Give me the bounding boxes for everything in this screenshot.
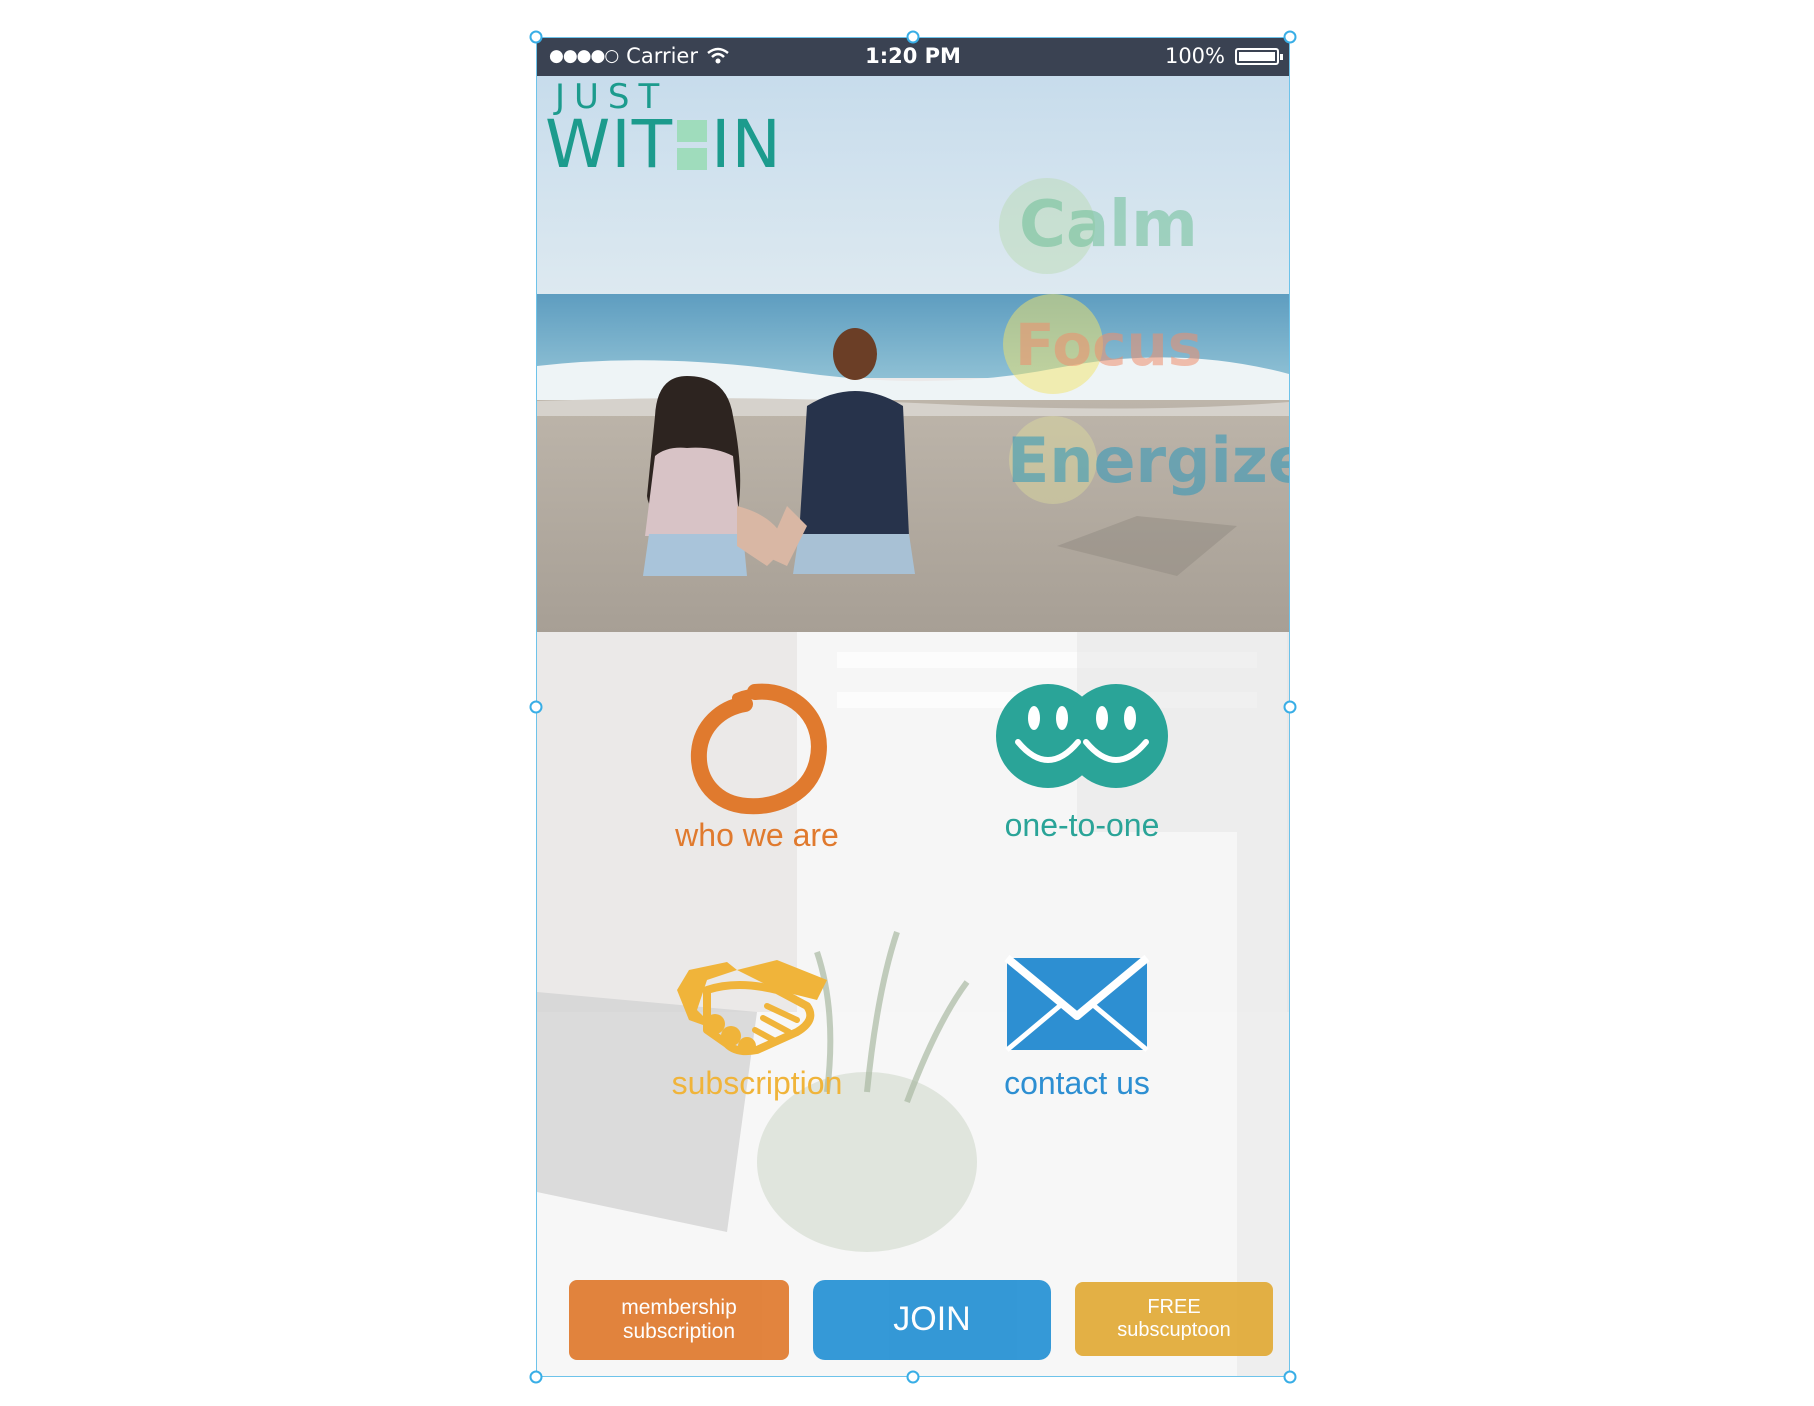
status-right: 100% <box>1164 44 1283 68</box>
menu-subscription[interactable]: subscription <box>647 950 867 1102</box>
menu-contact-us[interactable]: contact us <box>977 950 1177 1102</box>
join-button[interactable]: JOIN <box>813 1280 1051 1360</box>
logo-h-mark-icon <box>677 120 708 170</box>
handshake-icon <box>677 960 827 1056</box>
editor-canvas: ●●●●○ Carrier 1:20 PM 100% JUST WIT IN C… <box>0 0 1814 1406</box>
mood-calm[interactable]: Calm <box>1019 188 1198 262</box>
resize-handle-middle-left[interactable] <box>529 700 543 714</box>
who-we-are-label: who we are <box>675 817 839 853</box>
resize-handle-bottom-right[interactable] <box>1283 1370 1297 1384</box>
envelope-icon <box>1004 954 1150 1052</box>
menu-who-we-are[interactable]: who we are <box>657 682 857 854</box>
logo-text-wit: WIT <box>545 106 674 183</box>
just-within-logo: JUST WIT IN <box>545 80 782 183</box>
battery-icon <box>1235 47 1283 65</box>
logo-text-in: IN <box>711 106 782 183</box>
smiley-faces-icon <box>996 684 1168 788</box>
mood-energize[interactable]: Energize <box>1007 424 1289 497</box>
menu-one-to-one[interactable]: one-to-one <box>977 682 1187 844</box>
membership-line1: membership <box>621 1295 737 1319</box>
join-label: JOIN <box>893 1300 971 1339</box>
free-line2: subscuptoon <box>1117 1319 1231 1341</box>
status-bar: ●●●●○ Carrier 1:20 PM 100% <box>537 38 1289 76</box>
hero-banner: JUST WIT IN Calm Focus Energize <box>537 76 1289 632</box>
subscription-label: subscription <box>671 1065 843 1101</box>
resize-handle-top-left[interactable] <box>529 30 543 44</box>
enso-circle-icon <box>690 683 827 815</box>
resize-handle-middle-right[interactable] <box>1283 700 1297 714</box>
battery-percent: 100% <box>1164 44 1225 68</box>
resize-handle-top-center[interactable] <box>906 30 920 44</box>
resize-handle-bottom-left[interactable] <box>529 1370 543 1384</box>
phone-mockup: ●●●●○ Carrier 1:20 PM 100% JUST WIT IN C… <box>537 38 1289 1376</box>
logo-text-within: WIT IN <box>545 106 782 183</box>
main-menu: who we are one-to-one subscription conta… <box>537 632 1289 1376</box>
mood-focus[interactable]: Focus <box>1015 311 1202 379</box>
free-subscription-button[interactable]: FREE subscuptoon <box>1075 1282 1273 1356</box>
contact-us-label: contact us <box>1004 1065 1150 1101</box>
free-line1: FREE <box>1147 1296 1201 1318</box>
resize-handle-bottom-center[interactable] <box>906 1370 920 1384</box>
resize-handle-top-right[interactable] <box>1283 30 1297 44</box>
one-to-one-label: one-to-one <box>1004 807 1160 843</box>
membership-line2: subscription <box>622 1320 736 1343</box>
membership-subscription-button[interactable]: membership subscription <box>569 1280 789 1360</box>
